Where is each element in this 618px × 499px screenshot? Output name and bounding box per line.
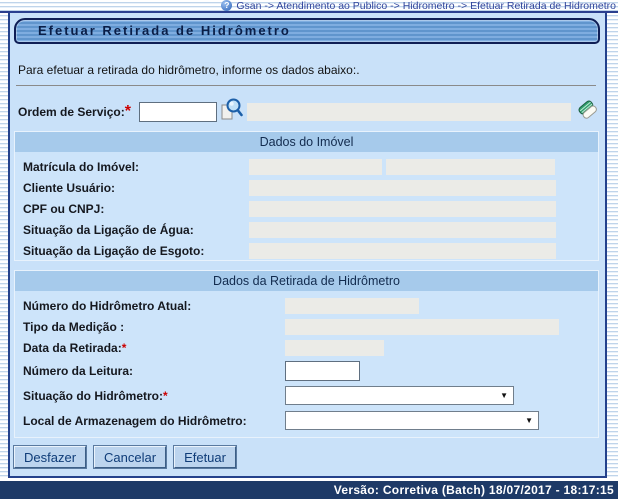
situacao-hidrometro-select[interactable]: ▼ <box>285 386 514 405</box>
ligacao-agua-field <box>249 222 556 238</box>
property-section: Dados do Imóvel Matrícula do Imóvel: Cli… <box>14 131 599 261</box>
data-retirada-field <box>285 340 384 356</box>
row-cliente: Cliente Usuário: <box>15 177 598 198</box>
breadcrumb: Gsan -> Atendimento ao Publico -> Hidrom… <box>236 0 616 12</box>
numero-leitura-input[interactable] <box>285 361 360 381</box>
instruction-text: Para efetuar a retirada do hidrômetro, i… <box>18 63 360 77</box>
row-numero-leitura: Número da Leitura: <box>15 358 598 383</box>
row-matricula: Matrícula do Imóvel: <box>15 156 598 177</box>
property-section-title: Dados do Imóvel <box>15 132 598 152</box>
situacao-hidrometro-label: Situação do Hidrômetro:* <box>23 389 285 403</box>
form-area: Efetuar Retirada de Hidrômetro Para efet… <box>10 13 605 478</box>
required-mark: * <box>163 389 168 403</box>
matricula-field-1 <box>249 159 382 175</box>
tipo-medicao-field <box>285 319 559 335</box>
chevron-down-icon: ▼ <box>525 416 533 425</box>
local-armazenagem-label: Local de Armazenagem do Hidrômetro: <box>23 414 285 428</box>
ligacao-esgoto-field <box>249 243 556 259</box>
order-service-description-field <box>247 103 571 121</box>
numero-atual-field <box>285 298 419 314</box>
row-cpf: CPF ou CNPJ: <box>15 198 598 219</box>
efetuar-button[interactable]: Efetuar <box>174 446 236 468</box>
row-numero-atual: Número do Hidrômetro Atual: <box>15 295 598 316</box>
cliente-field <box>249 180 556 196</box>
row-ligacao-agua: Situação da Ligação de Água: <box>15 219 598 240</box>
data-retirada-label: Data da Retirada:* <box>23 341 285 355</box>
removal-section: Dados da Retirada de Hidrômetro Número d… <box>14 270 599 438</box>
numero-atual-label: Número do Hidrômetro Atual: <box>23 299 285 313</box>
row-tipo-medicao: Tipo da Medição : <box>15 316 598 337</box>
cpf-field <box>249 201 556 217</box>
numero-leitura-label: Número da Leitura: <box>23 364 285 378</box>
ligacao-agua-label: Situação da Ligação de Água: <box>23 223 249 237</box>
page-title: Efetuar Retirada de Hidrômetro <box>14 18 600 44</box>
local-armazenagem-select[interactable]: ▼ <box>285 411 539 430</box>
ligacao-esgoto-label: Situação da Ligação de Esgoto: <box>23 244 249 258</box>
matricula-field-2 <box>386 159 555 175</box>
version-text: Versão: Corretiva (Batch) 18/07/2017 - 1… <box>334 483 614 497</box>
required-mark: * <box>122 341 127 355</box>
row-local-armazenagem: Local de Armazenagem do Hidrômetro: ▼ <box>15 408 598 433</box>
breadcrumb-bar: ? Gsan -> Atendimento ao Publico -> Hidr… <box>0 0 618 13</box>
cliente-label: Cliente Usuário: <box>23 181 249 195</box>
divider <box>16 85 596 86</box>
eraser-icon[interactable] <box>577 97 599 128</box>
row-situacao-hidrometro: Situação do Hidrômetro:* ▼ <box>15 383 598 408</box>
version-footer: Versão: Corretiva (Batch) 18/07/2017 - 1… <box>0 481 618 499</box>
cpf-label: CPF ou CNPJ: <box>23 202 249 216</box>
row-data-retirada: Data da Retirada:* <box>15 337 598 358</box>
order-service-label: Ordem de Serviço: <box>18 105 125 119</box>
left-frame-edge <box>0 13 10 478</box>
desfazer-button[interactable]: Desfazer <box>14 446 86 468</box>
button-row: Desfazer Cancelar Efetuar <box>14 445 599 469</box>
help-icon[interactable]: ? <box>221 0 232 11</box>
right-frame-edge <box>605 13 618 478</box>
order-service-input[interactable] <box>139 102 217 122</box>
matricula-label: Matrícula do Imóvel: <box>23 160 249 174</box>
required-mark: * <box>125 103 131 121</box>
order-service-row: Ordem de Serviço: * <box>18 97 596 127</box>
removal-section-title: Dados da Retirada de Hidrômetro <box>15 271 598 291</box>
cancelar-button[interactable]: Cancelar <box>94 446 166 468</box>
chevron-down-icon: ▼ <box>500 391 508 400</box>
row-ligacao-esgoto: Situação da Ligação de Esgoto: <box>15 240 598 261</box>
tipo-medicao-label: Tipo da Medição : <box>23 320 285 334</box>
search-icon[interactable] <box>219 97 243 127</box>
